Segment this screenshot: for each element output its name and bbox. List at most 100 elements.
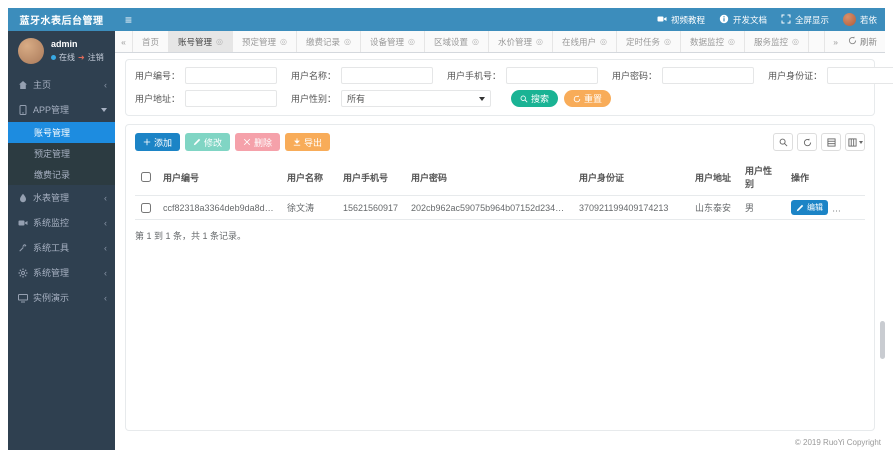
- app-title: 蓝牙水表后台管理: [8, 8, 115, 31]
- sidebar-item-app-management[interactable]: APP管理: [8, 97, 115, 122]
- user-idcard-input[interactable]: [827, 67, 893, 84]
- cell-user-no: ccf82318a3364deb9da8d96bf326c662: [157, 195, 281, 220]
- tab-refresh-button[interactable]: 刷新: [848, 36, 877, 48]
- close-icon[interactable]: ◎: [344, 37, 351, 46]
- table-columns-icon[interactable]: [845, 133, 865, 151]
- close-icon[interactable]: ◎: [728, 37, 735, 46]
- tab-water-price[interactable]: 水价管理 ◎: [489, 31, 554, 52]
- tab-scheduled-tasks[interactable]: 定时任务 ◎: [617, 31, 682, 52]
- app-icon: [18, 104, 28, 115]
- close-icon[interactable]: ◎: [280, 37, 287, 46]
- app-window: 蓝牙水表后台管理 admin 在线 ➜ 注销 主页 ‹ APP管理 账号管理 预…: [8, 8, 893, 450]
- cell-user-address: 山东泰安: [689, 195, 739, 220]
- tab-service-monitor[interactable]: 服务监控 ◎: [745, 31, 810, 52]
- tab-payment-records[interactable]: 缴费记录 ◎: [297, 31, 362, 52]
- sidebar-item-system-management[interactable]: 系统管理 ‹: [8, 260, 115, 285]
- search-form-panel: 用户编号： 用户名称： 用户手机号： 用户密码： 用户身份证： 用户地址： 用户…: [125, 59, 893, 116]
- sidebar: 蓝牙水表后台管理 admin 在线 ➜ 注销 主页 ‹ APP管理 账号管理 预…: [8, 8, 115, 450]
- tab-scroll-left[interactable]: «: [115, 31, 133, 52]
- tab-area-settings[interactable]: 区域设置 ◎: [425, 31, 490, 52]
- gender-select[interactable]: 所有: [341, 90, 492, 107]
- user-avatar: [18, 38, 44, 64]
- close-icon[interactable]: ◎: [664, 37, 671, 46]
- edit-button[interactable]: 修改: [185, 133, 231, 151]
- sidebar-toggle-icon[interactable]: ≡: [125, 13, 132, 27]
- add-button[interactable]: 添加: [135, 133, 181, 151]
- monitor-icon: [18, 218, 28, 228]
- tab-scroll-right[interactable]: »: [833, 37, 838, 47]
- sidebar-user-panel: admin 在线 ➜ 注销: [8, 31, 115, 72]
- chevron-down-icon: [858, 140, 863, 144]
- user-address-input[interactable]: [185, 90, 278, 107]
- cell-user-name: 徐文涛: [281, 195, 337, 220]
- table-toggle-icon[interactable]: [821, 133, 841, 151]
- row-checkbox[interactable]: [141, 202, 151, 213]
- user-no-input[interactable]: [185, 67, 278, 84]
- navbar-avatar: [842, 13, 856, 26]
- fullscreen-link[interactable]: 全屏显示: [781, 14, 829, 26]
- chevron-down-icon: [101, 107, 107, 112]
- video-tutorial-link[interactable]: 视频教程: [657, 14, 705, 26]
- sidebar-item-demo[interactable]: 实例演示 ‹: [8, 285, 115, 310]
- cell-user-password: 202cb962ac59075b964b07152d234b70: [405, 195, 573, 220]
- row-edit-button[interactable]: 编辑: [791, 200, 828, 215]
- video-icon: [657, 14, 667, 26]
- table-toolbar: 添加 修改 删除 导出: [135, 133, 865, 151]
- page-content: 用户编号： 用户名称： 用户手机号： 用户密码： 用户身份证： 用户地址： 用户…: [115, 53, 893, 435]
- navbar-user-menu[interactable]: 若依: [842, 13, 877, 26]
- sidebar-item-water-meter[interactable]: 水表管理 ‹: [8, 185, 115, 210]
- dev-docs-link[interactable]: 开发文档: [719, 14, 767, 26]
- close-icon[interactable]: ◎: [600, 37, 607, 46]
- user-password-input[interactable]: [662, 67, 755, 84]
- search-button[interactable]: 搜索: [511, 90, 559, 107]
- user-name-input[interactable]: [341, 67, 434, 84]
- tab-booking-management[interactable]: 预定管理 ◎: [233, 31, 298, 52]
- tab-online-users[interactable]: 在线用户 ◎: [553, 31, 618, 52]
- close-icon[interactable]: ◎: [216, 37, 223, 46]
- tab-device-management[interactable]: 设备管理 ◎: [361, 31, 426, 52]
- sidebar-item-payment-records[interactable]: 缴费记录: [8, 164, 115, 185]
- page-footer: © 2019 RuoYi Copyright: [115, 435, 885, 450]
- export-button[interactable]: 导出: [285, 133, 331, 151]
- select-all-checkbox[interactable]: [141, 172, 151, 183]
- close-icon[interactable]: ◎: [472, 37, 479, 46]
- sidebar-menu: 主页 ‹ APP管理 账号管理 预定管理 缴费记录 水表管理 ‹ 系统监控 ‹ …: [8, 72, 115, 450]
- sidebar-item-system-monitor[interactable]: 系统监控 ‹: [8, 210, 115, 235]
- sidebar-item-home[interactable]: 主页 ‹: [8, 72, 115, 97]
- sidebar-item-booking-management[interactable]: 预定管理: [8, 143, 115, 164]
- cell-user-gender: 男: [739, 195, 785, 220]
- tools-icon: [18, 243, 28, 253]
- table-refresh-icon[interactable]: [797, 133, 817, 151]
- logout-icon: ➜: [78, 53, 85, 62]
- online-status-icon: [51, 55, 56, 60]
- sidebar-item-account-management[interactable]: 账号管理: [8, 122, 115, 143]
- tab-home[interactable]: 首页: [133, 31, 170, 52]
- info-icon: [719, 14, 729, 26]
- delete-button[interactable]: 删除: [235, 133, 281, 151]
- users-table: 用户编号 用户名称 用户手机号 用户密码 用户身份证 用户地址 用户性别 操作: [135, 159, 865, 220]
- navbar-user-name: 若依: [859, 14, 877, 25]
- tab-data-monitor[interactable]: 数据监控 ◎: [681, 31, 746, 52]
- table-row[interactable]: ccf82318a3364deb9da8d96bf326c662 徐文涛 156…: [135, 195, 865, 220]
- logout-link[interactable]: 注销: [88, 52, 104, 63]
- table-search-icon[interactable]: [773, 133, 793, 151]
- home-icon: [18, 80, 28, 90]
- pagination-info: 第 1 到 1 条，共 1 条记录。: [135, 231, 247, 241]
- online-status-label[interactable]: 在线: [59, 52, 75, 63]
- app-submenu: 账号管理 预定管理 缴费记录: [8, 122, 115, 185]
- close-icon[interactable]: ◎: [408, 37, 415, 46]
- close-icon[interactable]: ◎: [536, 37, 543, 46]
- chevron-down-icon: [479, 96, 486, 101]
- user-phone-input[interactable]: [506, 67, 599, 84]
- scrollbar[interactable]: [880, 321, 885, 359]
- main-area: ≡ 视频教程 开发文档 全屏显示 若依 « 首页 账号管理 ◎ 预定管理 ◎ 缴…: [115, 8, 893, 450]
- copyright-text: © 2019 RuoYi Copyright: [794, 438, 881, 447]
- table-panel: 添加 修改 删除 导出 用户编号 用户名称 用户手机号 用户密码 用户身份证 用…: [125, 124, 875, 431]
- tab-account-management[interactable]: 账号管理 ◎: [169, 31, 234, 52]
- reset-button[interactable]: 重置: [564, 90, 612, 107]
- top-navbar: ≡ 视频教程 开发文档 全屏显示 若依: [115, 8, 885, 31]
- demo-icon: [18, 293, 28, 303]
- sidebar-item-system-tools[interactable]: 系统工具 ‹: [8, 235, 115, 260]
- fullscreen-icon: [781, 14, 791, 26]
- close-icon[interactable]: ◎: [792, 37, 799, 46]
